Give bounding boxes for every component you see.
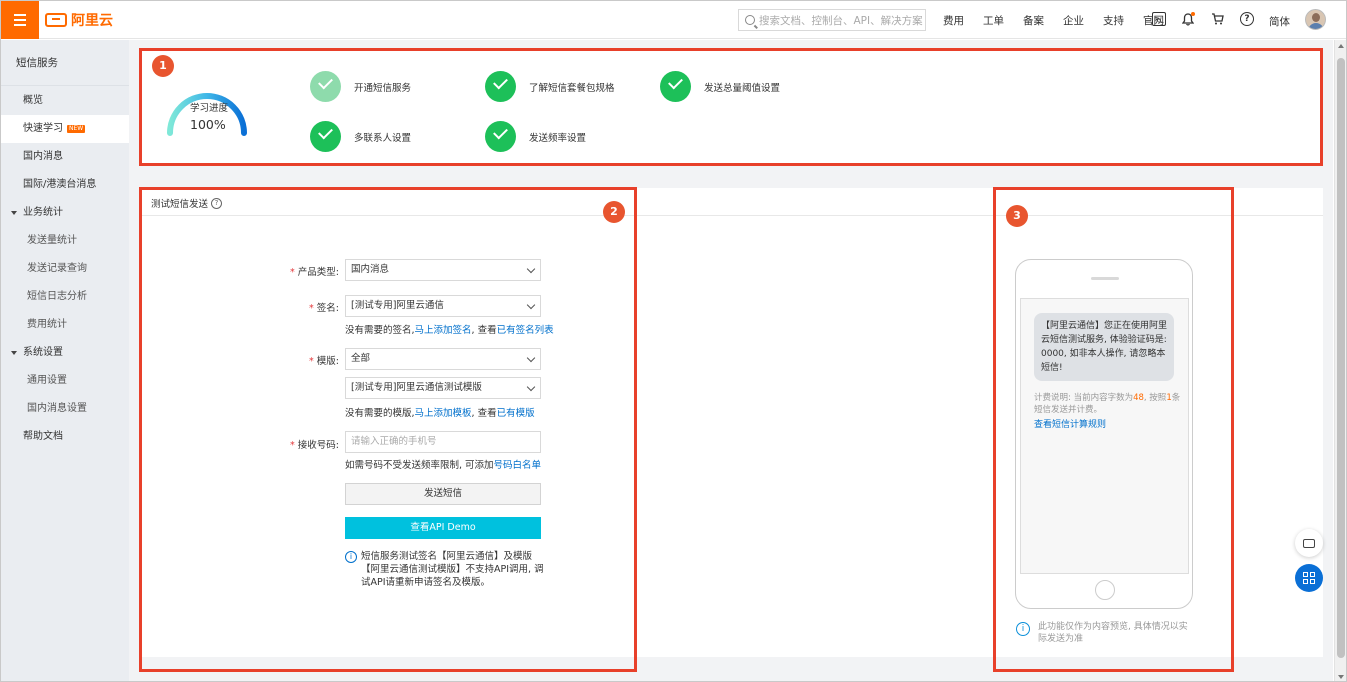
sidebar-item-label: 短信日志分析 [27,291,87,302]
sidebar-item-label: 国内消息设置 [27,403,87,414]
sidebar-item-international[interactable]: 国际/港澳台消息 [1,171,129,199]
top-nav-links: 费用 工单 备案 企业 支持 官网 [943,1,1183,39]
sidebar-item-send-records[interactable]: 发送记录查询 [1,255,129,283]
annotation-box-3 [993,187,1234,672]
sidebar-group-label: 系统设置 [23,347,63,358]
search-icon [745,15,755,25]
new-badge: NEW [67,125,86,133]
sidebar-item-help-docs[interactable]: 帮助文档 [1,423,129,451]
sidebar-item-domestic-settings[interactable]: 国内消息设置 [1,395,129,423]
sidebar-item-label: 快速学习 [23,123,63,134]
top-navbar: 阿里云 搜索文档、控制台、API、解决方案 费用 工单 备案 企业 支持 官网 … [1,1,1346,39]
scroll-up-icon[interactable] [1338,44,1344,48]
sidebar-item-label: 费用统计 [27,319,67,330]
search-placeholder: 搜索文档、控制台、API、解决方案 [759,14,923,27]
vertical-scrollbar[interactable] [1334,40,1346,681]
nav-enterprise[interactable]: 企业 [1063,13,1084,28]
app-window: 阿里云 搜索文档、控制台、API、解决方案 费用 工单 备案 企业 支持 官网 … [0,0,1347,682]
logo-icon [45,13,67,27]
annotation-marker-1: 1 [152,55,174,77]
sidebar-item-label: 国内消息 [23,151,63,162]
sidebar-item-cost-stats[interactable]: 费用统计 [1,311,129,339]
sidebar-item-domestic[interactable]: 国内消息 [1,143,129,171]
sidebar-title: 短信服务 [1,40,129,86]
apps-icon[interactable] [1295,564,1323,592]
sidebar: 短信服务 概览 快速学习 NEW 国内消息 国际/港澳台消息 业务统计 发送量统计… [1,40,129,681]
chat-icon[interactable] [1295,529,1323,557]
sidebar-item-send-volume[interactable]: 发送量统计 [1,227,129,255]
sidebar-item-general-settings[interactable]: 通用设置 [1,367,129,395]
annotation-marker-3: 3 [1006,205,1028,227]
notification-dot [1191,12,1195,16]
nav-filing[interactable]: 备案 [1023,13,1044,28]
annotation-box-2 [139,187,637,672]
scroll-thumb[interactable] [1337,58,1345,658]
terminal-glyph: >_ [1154,15,1164,23]
nav-support[interactable]: 支持 [1103,13,1124,28]
menu-icon[interactable] [1,1,39,39]
cart-icon[interactable] [1210,12,1224,26]
scroll-down-icon[interactable] [1338,675,1344,679]
sidebar-group-label: 业务统计 [23,207,63,218]
terminal-icon[interactable]: >_ [1152,12,1166,26]
sidebar-item-label: 帮助文档 [23,431,63,442]
nav-ticket[interactable]: 工单 [983,13,1004,28]
annotation-box-1 [139,48,1323,166]
nav-billing[interactable]: 费用 [943,13,964,28]
sidebar-item-overview[interactable]: 概览 [1,87,129,115]
sidebar-item-log-analysis[interactable]: 短信日志分析 [1,283,129,311]
aliyun-logo[interactable]: 阿里云 [45,10,113,30]
bell-icon[interactable] [1181,12,1195,26]
sidebar-item-label: 发送记录查询 [27,263,87,274]
sidebar-item-label: 概览 [23,95,43,106]
sidebar-item-label: 国际/港澳台消息 [23,179,97,190]
sidebar-group-settings[interactable]: 系统设置 [1,339,129,367]
language-switch[interactable]: 简体 [1269,14,1290,29]
search-input[interactable]: 搜索文档、控制台、API、解决方案 [738,9,926,31]
avatar[interactable] [1305,9,1326,30]
annotation-marker-2: 2 [603,201,625,223]
sidebar-group-stats[interactable]: 业务统计 [1,199,129,227]
help-icon[interactable]: ? [1240,12,1254,26]
logo-text: 阿里云 [71,13,113,29]
sidebar-item-label: 通用设置 [27,375,67,386]
sidebar-item-label: 发送量统计 [27,235,77,246]
sidebar-item-quick-learn[interactable]: 快速学习 NEW [1,115,129,143]
